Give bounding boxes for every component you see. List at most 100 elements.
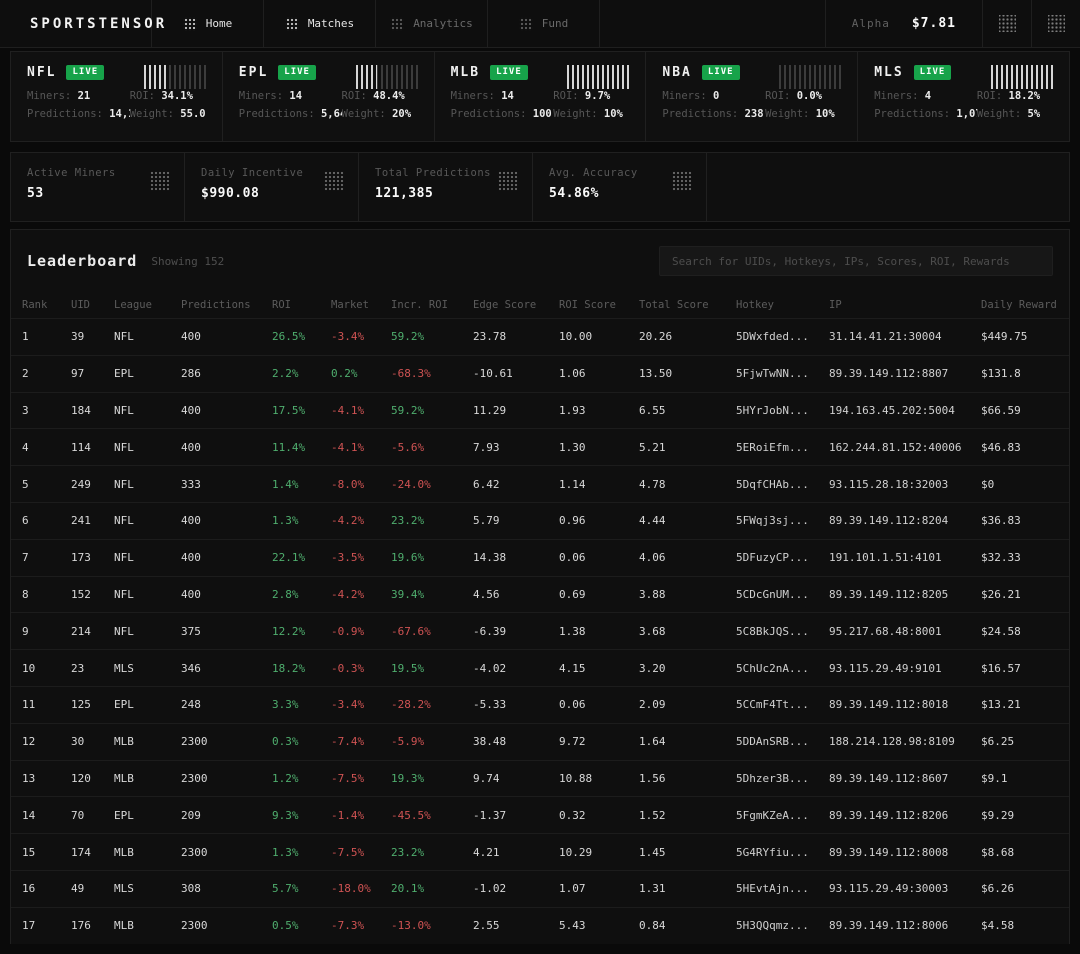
miners-stat: Miners: 4 [874, 90, 932, 102]
alpha-price: $7.81 [911, 16, 956, 31]
table-row[interactable]: 5 249 NFL 333 1.4% -8.0% -24.0% 6.42 1.1… [11, 465, 1069, 502]
predictions-stat: Predictions: 238 [662, 108, 764, 120]
table-row[interactable]: 15 174 MLB 2300 1.3% -7.5% 23.2% 4.21 10… [11, 833, 1069, 870]
league-card: NBA LIVE Miners: 0 ROI: 0.0% Predictions… [646, 52, 859, 141]
cell-ip: 194.163.45.202:5004 [829, 403, 955, 417]
table-row[interactable]: 2 97 EPL 286 2.2% 0.2% -68.3% -10.61 1.0… [11, 354, 1069, 392]
cell-edge-score: -1.02 [473, 882, 507, 896]
cell-roi: 2.8% [272, 587, 299, 601]
cell-ip: 93.115.29.49:30003 [829, 882, 949, 896]
table-row[interactable]: 11 125 EPL 248 3.3% -3.4% -28.2% -5.33 0… [11, 685, 1069, 723]
cell-ip: 89.39.149.112:8206 [829, 808, 949, 822]
cell-total-score: 0.84 [639, 919, 666, 933]
cell-roi-score: 0.32 [559, 808, 586, 822]
table-row[interactable]: 8 152 NFL 400 2.8% -4.2% 39.4% 4.56 0.69… [11, 575, 1069, 613]
col-rank: Rank [22, 298, 48, 311]
apps-menu-button[interactable] [1031, 0, 1080, 47]
cell-edge-score: -1.37 [473, 808, 507, 822]
table-row[interactable]: 10 23 MLS 346 18.2% -0.3% 19.5% -4.02 4.… [11, 649, 1069, 686]
cell-hotkey: 5FgmKZeA... [736, 808, 809, 822]
cell-daily-reward: $9.29 [981, 808, 1015, 822]
cell-predictions: 400 [181, 587, 201, 601]
cell-total-score: 1.31 [639, 882, 666, 896]
live-badge: LIVE [490, 65, 528, 80]
table-row[interactable]: 3 184 NFL 400 17.5% -4.1% 59.2% 11.29 1.… [11, 391, 1069, 429]
cell-incr-roi: 39.4% [391, 587, 425, 601]
grid-menu-button[interactable] [982, 0, 1031, 47]
cell-market: -4.2% [331, 514, 365, 528]
nav-item[interactable]: Home [152, 0, 264, 47]
apps-grid-icon [1047, 15, 1065, 32]
table-row[interactable]: 14 70 EPL 209 9.3% -1.4% -45.5% -1.37 0.… [11, 796, 1069, 833]
cell-predictions: 375 [181, 624, 201, 638]
cell-uid: 214 [71, 624, 91, 638]
cell-daily-reward: $16.57 [981, 661, 1021, 675]
cell-roi: 2.2% [272, 367, 299, 381]
nav-item[interactable]: Fund [488, 0, 600, 47]
cell-ip: 31.14.41.21:30004 [829, 330, 942, 344]
nav-item[interactable]: Analytics [376, 0, 488, 47]
cell-roi: 9.3% [272, 808, 299, 822]
cell-market: -0.3% [331, 661, 365, 675]
table-row[interactable]: 7 173 NFL 400 22.1% -3.5% 19.6% 14.38 0.… [11, 538, 1069, 576]
brand-logo: SPORTSTENSOR [0, 0, 164, 47]
cell-rank: 3 [22, 403, 29, 417]
cell-league: NFL [114, 514, 134, 528]
table-body: 1 39 NFL 400 26.5% -3.4% 59.2% 23.78 10.… [11, 318, 1069, 944]
weight-stat: Weight: 5% [976, 108, 1041, 120]
cell-total-score: 3.68 [639, 624, 666, 638]
cell-uid: 30 [71, 735, 85, 749]
cell-daily-reward: $6.26 [981, 882, 1015, 896]
cell-roi-score: 1.93 [559, 403, 586, 417]
activity-barcode [990, 65, 1053, 89]
cell-total-score: 5.21 [639, 440, 666, 454]
cell-uid: 174 [71, 845, 91, 859]
cell-roi: 0.5% [272, 919, 299, 933]
cell-rank: 2 [22, 367, 29, 381]
stat-card: Total Predictions 121,385 [359, 153, 533, 221]
table-row[interactable]: 9 214 NFL 375 12.2% -0.9% -67.6% -6.39 1… [11, 612, 1069, 649]
cell-roi: 1.3% [272, 514, 299, 528]
table-row[interactable]: 1 39 NFL 400 26.5% -3.4% 59.2% 23.78 10.… [11, 318, 1069, 355]
cell-predictions: 400 [181, 330, 201, 344]
cell-incr-roi: 19.5% [391, 661, 425, 675]
miners-stat: Miners: 0 [662, 90, 720, 102]
dot-grid-icon [150, 171, 170, 191]
stat-value: 121,385 [375, 186, 434, 201]
col-edge-score: Edge Score [473, 298, 537, 311]
table-row[interactable]: 4 114 NFL 400 11.4% -4.1% -5.6% 7.93 1.3… [11, 428, 1069, 465]
cell-total-score: 1.56 [639, 771, 666, 785]
cell-total-score: 1.52 [639, 808, 666, 822]
weight-stat: Weight: 55.0000 [129, 108, 206, 120]
cell-rank: 6 [22, 514, 29, 528]
table-row[interactable]: 17 176 MLB 2300 0.5% -7.3% -13.0% 2.55 5… [11, 906, 1069, 944]
cell-ip: 162.244.81.152:40006 [829, 440, 962, 454]
table-row[interactable]: 12 30 MLB 2300 0.3% -7.4% -5.9% 38.48 9.… [11, 722, 1069, 760]
league-card: MLS LIVE Miners: 4 ROI: 18.2% Prediction… [858, 52, 1069, 141]
col-ip: IP [829, 298, 842, 311]
cell-edge-score: -10.61 [473, 367, 513, 381]
cell-roi-score: 5.43 [559, 919, 586, 933]
cell-total-score: 6.55 [639, 403, 666, 417]
cell-market: -7.5% [331, 771, 365, 785]
cell-uid: 120 [71, 771, 91, 785]
cell-roi: 12.2% [272, 624, 306, 638]
table-row[interactable]: 6 241 NFL 400 1.3% -4.2% 23.2% 5.79 0.96… [11, 501, 1069, 539]
table-row[interactable]: 13 120 MLB 2300 1.2% -7.5% 19.3% 9.74 10… [11, 759, 1069, 797]
dot-grid-icon [498, 171, 518, 191]
table-row[interactable]: 16 49 MLS 308 5.7% -18.0% 20.1% -1.02 1.… [11, 869, 1069, 907]
nav-item[interactable]: Matches [264, 0, 376, 47]
cell-edge-score: 14.38 [473, 551, 507, 565]
live-badge: LIVE [278, 65, 316, 80]
cell-predictions: 308 [181, 882, 201, 896]
cell-roi-score: 1.07 [559, 882, 586, 896]
dot-grid-icon [182, 16, 197, 31]
dot-grid-icon [518, 16, 533, 31]
cell-market: -4.2% [331, 587, 365, 601]
cell-incr-roi: -5.6% [391, 440, 425, 454]
search-input[interactable] [659, 246, 1053, 276]
league-card: NFL LIVE Miners: 21 ROI: 34.1% Predictio… [11, 52, 223, 141]
league-name: MLS [874, 65, 904, 80]
cell-incr-roi: -68.3% [391, 367, 431, 381]
